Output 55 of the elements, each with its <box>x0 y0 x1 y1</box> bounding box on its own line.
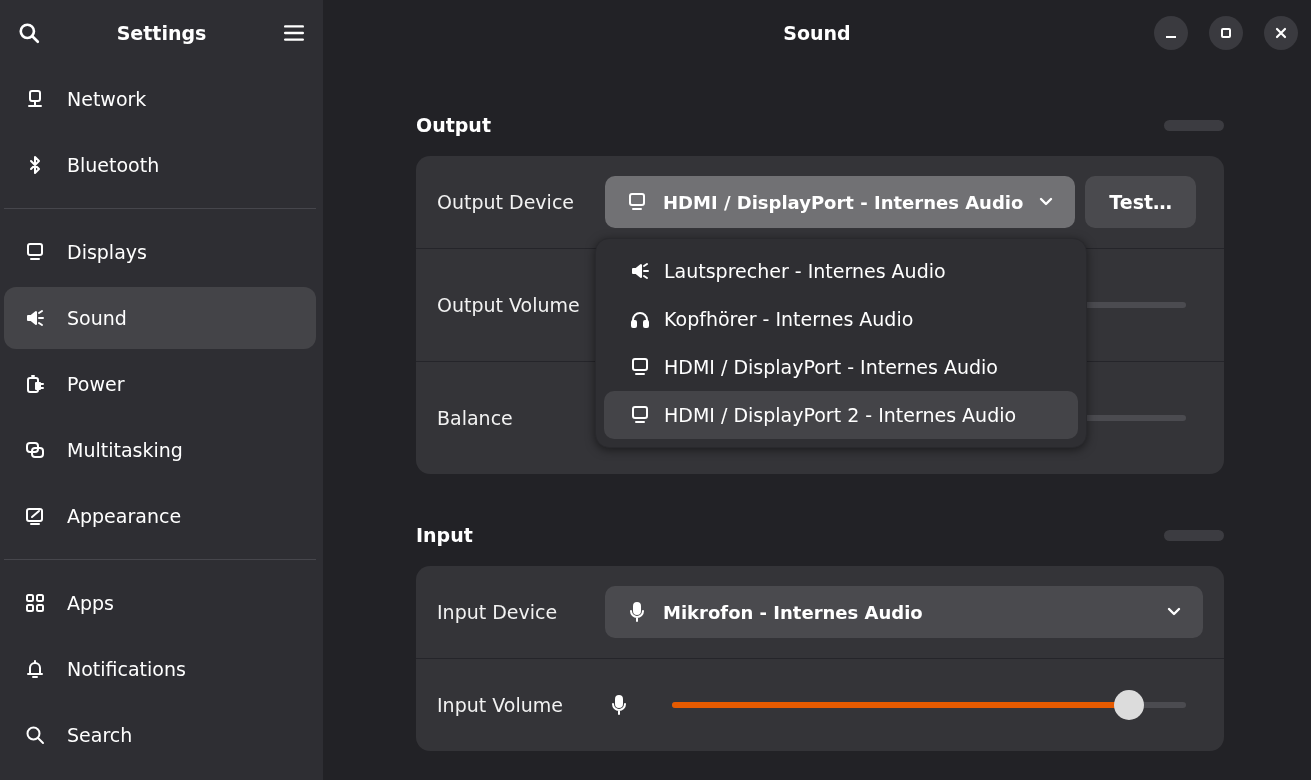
sidebar-item[interactable]: Bluetooth <box>4 134 316 196</box>
row-label: Output Device <box>437 191 576 213</box>
sidebar-item[interactable]: Notifications <box>4 638 316 700</box>
minimize-icon <box>1166 36 1176 38</box>
dropdown-option[interactable]: Kopfhörer - Internes Audio <box>604 295 1078 343</box>
row-label: Balance <box>437 407 514 429</box>
bell-icon <box>25 659 45 679</box>
device-dropdown[interactable]: HDMI / DisplayPort - Internes Audio <box>605 176 1076 228</box>
slider-thumb[interactable] <box>1114 690 1145 720</box>
row-label: Output Volume <box>437 294 581 316</box>
sidebar-item[interactable]: Power <box>4 353 316 415</box>
section-heading: Input <box>416 524 473 546</box>
placeholder-bar <box>1164 119 1224 131</box>
microphone-icon <box>627 602 647 622</box>
monitor-icon <box>630 405 650 425</box>
grid-icon <box>25 593 45 613</box>
dropdown-option[interactable]: HDMI / DisplayPort 2 - Internes Audio <box>604 391 1078 439</box>
monitor-icon <box>630 357 650 377</box>
close-button[interactable] <box>1264 16 1298 50</box>
headphones-icon <box>630 309 650 329</box>
placeholder-bar <box>1164 529 1224 541</box>
search-button[interactable] <box>16 20 42 46</box>
dropdown-option[interactable]: Lautsprecher - Internes Audio <box>604 247 1078 295</box>
maximize-icon <box>1220 27 1232 39</box>
speaker-icon <box>25 308 45 328</box>
row-label: Input Volume <box>437 694 564 716</box>
device-dropdown[interactable]: Mikrofon - Internes Audio <box>605 586 1203 638</box>
speaker-icon <box>630 261 650 281</box>
sidebar-item[interactable]: Network <box>4 68 316 130</box>
search-icon <box>18 22 40 44</box>
section-heading: Output <box>416 114 491 136</box>
sidebar-item[interactable]: Appearance <box>4 485 316 547</box>
sidebar-title: Settings <box>116 22 207 44</box>
test-button[interactable]: Test… <box>1085 176 1197 228</box>
sidebar-item[interactable]: Search <box>4 704 316 766</box>
battery-plug-icon <box>25 374 45 394</box>
close-icon <box>1275 27 1287 39</box>
monitor-brush-icon <box>25 506 45 526</box>
dropdown-option[interactable]: HDMI / DisplayPort - Internes Audio <box>604 343 1078 391</box>
menu-icon <box>283 22 305 44</box>
monitor-icon <box>627 192 647 212</box>
window-title: Sound <box>783 22 851 44</box>
sidebar-item[interactable]: Multitasking <box>4 419 316 481</box>
sidebar-item[interactable]: Sound <box>4 287 316 349</box>
microphone-icon <box>609 695 629 715</box>
sidebar-item[interactable]: Displays <box>4 221 316 283</box>
row-label: Input Device <box>437 601 559 623</box>
search-icon <box>25 725 45 745</box>
maximize-button[interactable] <box>1209 16 1243 50</box>
windows-icon <box>25 440 45 460</box>
sidebar-item[interactable]: Apps <box>4 572 316 634</box>
monitor-icon <box>25 242 45 262</box>
network-icon <box>25 89 45 109</box>
chevron-down-icon <box>1039 197 1054 207</box>
chevron-down-icon <box>1167 607 1181 617</box>
